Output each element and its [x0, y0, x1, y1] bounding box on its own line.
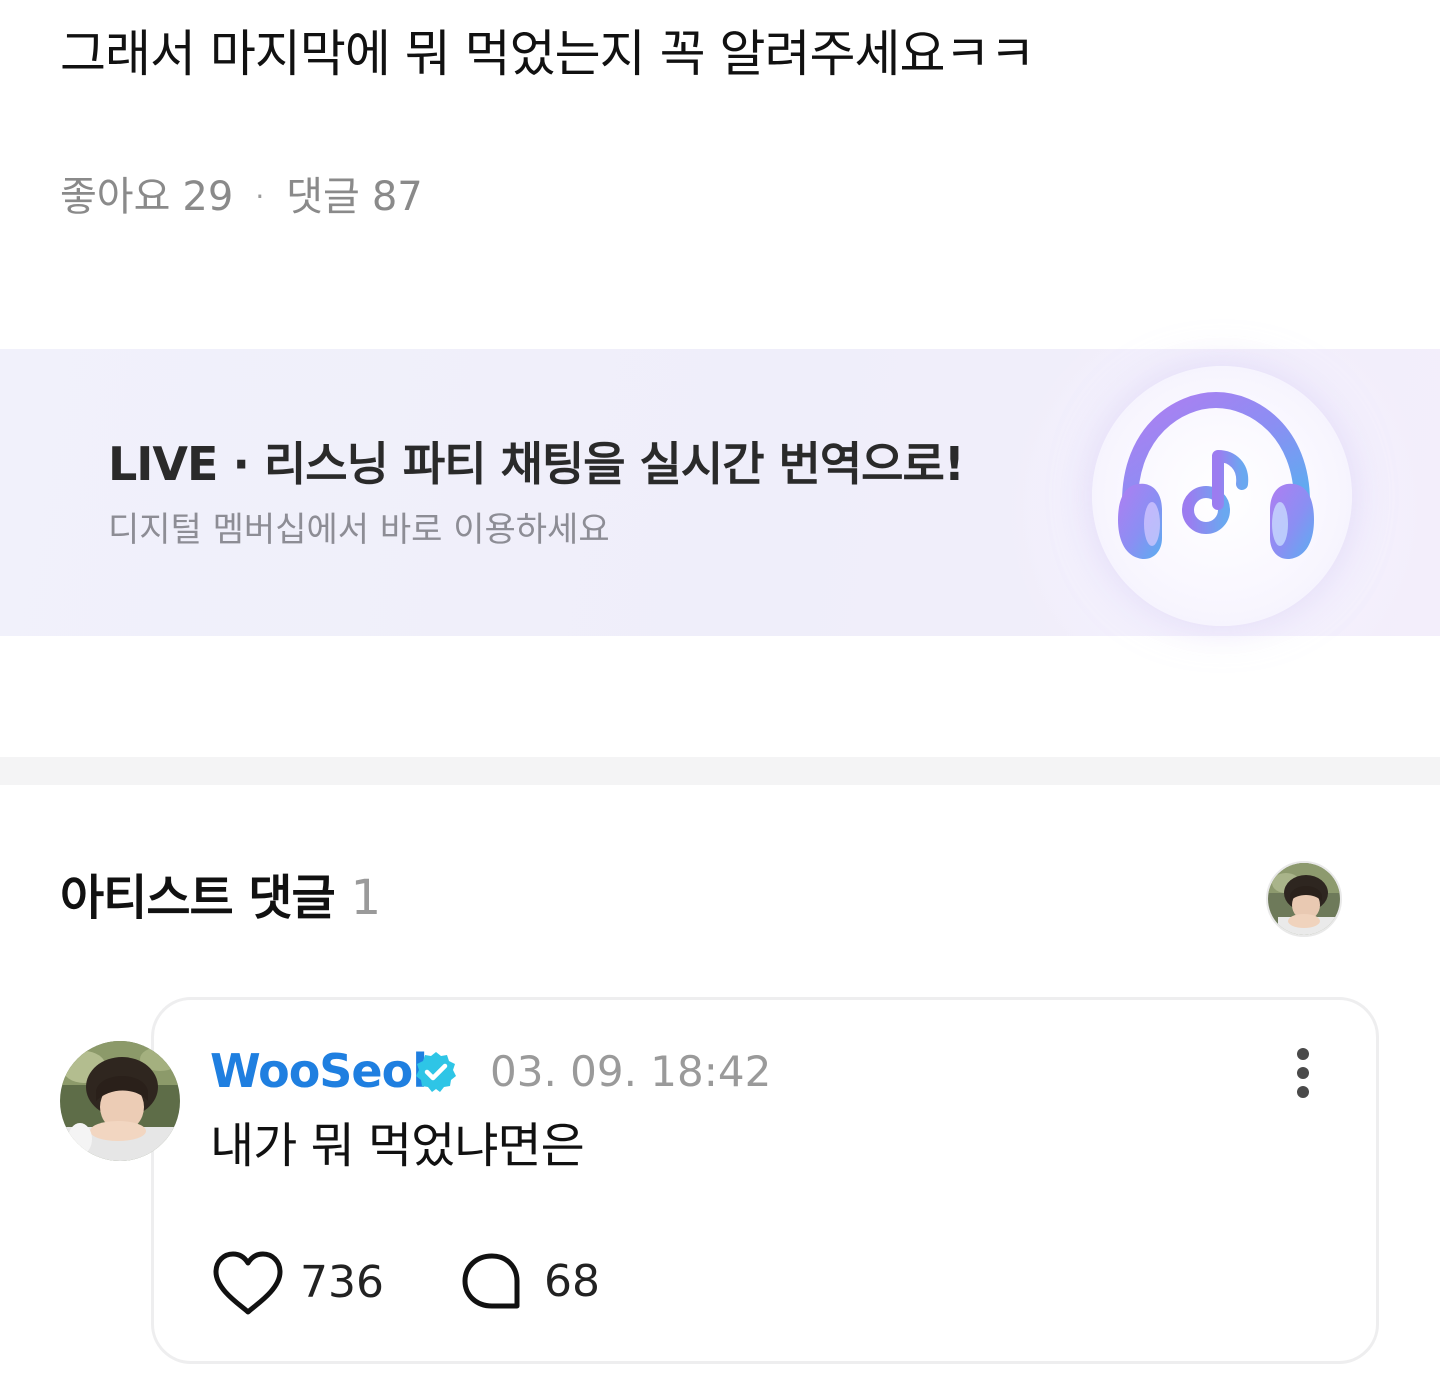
- headphones-music-icon: [1118, 392, 1314, 560]
- author-avatar[interactable]: [60, 1041, 180, 1161]
- more-dot: [1297, 1067, 1309, 1079]
- more-dot: [1297, 1048, 1309, 1060]
- artist-comments-heading: 아티스트 댓글 1: [60, 868, 382, 928]
- heart-icon: [213, 1251, 283, 1315]
- likes-count: 29: [182, 174, 234, 220]
- artist-comments-title: 아티스트 댓글: [60, 870, 336, 926]
- section-divider: [0, 757, 1440, 785]
- likes-label: 좋아요: [60, 174, 171, 220]
- artist-comments-count: 1: [350, 870, 382, 926]
- verified-badge-icon: [416, 1052, 456, 1092]
- like-button[interactable]: 736: [212, 1250, 384, 1316]
- banner-title: LIVE · 리스닝 파티 채팅을 실시간 번역으로!: [108, 437, 965, 491]
- comment-author-name[interactable]: WooSeok: [210, 1042, 443, 1100]
- more-vertical-icon[interactable]: [1282, 1042, 1324, 1104]
- reply-count: 68: [544, 1256, 600, 1307]
- artist-filter-avatar[interactable]: [1266, 861, 1342, 937]
- more-dot: [1297, 1086, 1309, 1098]
- reply-button[interactable]: 68: [460, 1250, 600, 1314]
- post-stats: 좋아요 29 · 댓글 87: [60, 172, 423, 222]
- comments-label: 댓글: [286, 174, 360, 220]
- comment-text: 내가 뭐 먹었냐면은: [210, 1118, 585, 1174]
- stats-separator: ·: [255, 180, 265, 213]
- like-count: 736: [300, 1257, 384, 1308]
- banner-subtitle: 디지털 멤버십에서 바로 이용하세요: [108, 510, 610, 550]
- speech-bubble-icon: [462, 1253, 520, 1309]
- comments-count: 87: [371, 174, 423, 220]
- comment-timestamp: 03. 09. 18:42: [490, 1047, 772, 1096]
- post-body: 그래서 마지막에 뭐 먹었는지 꼭 알려주세요ㅋㅋ: [60, 25, 1035, 83]
